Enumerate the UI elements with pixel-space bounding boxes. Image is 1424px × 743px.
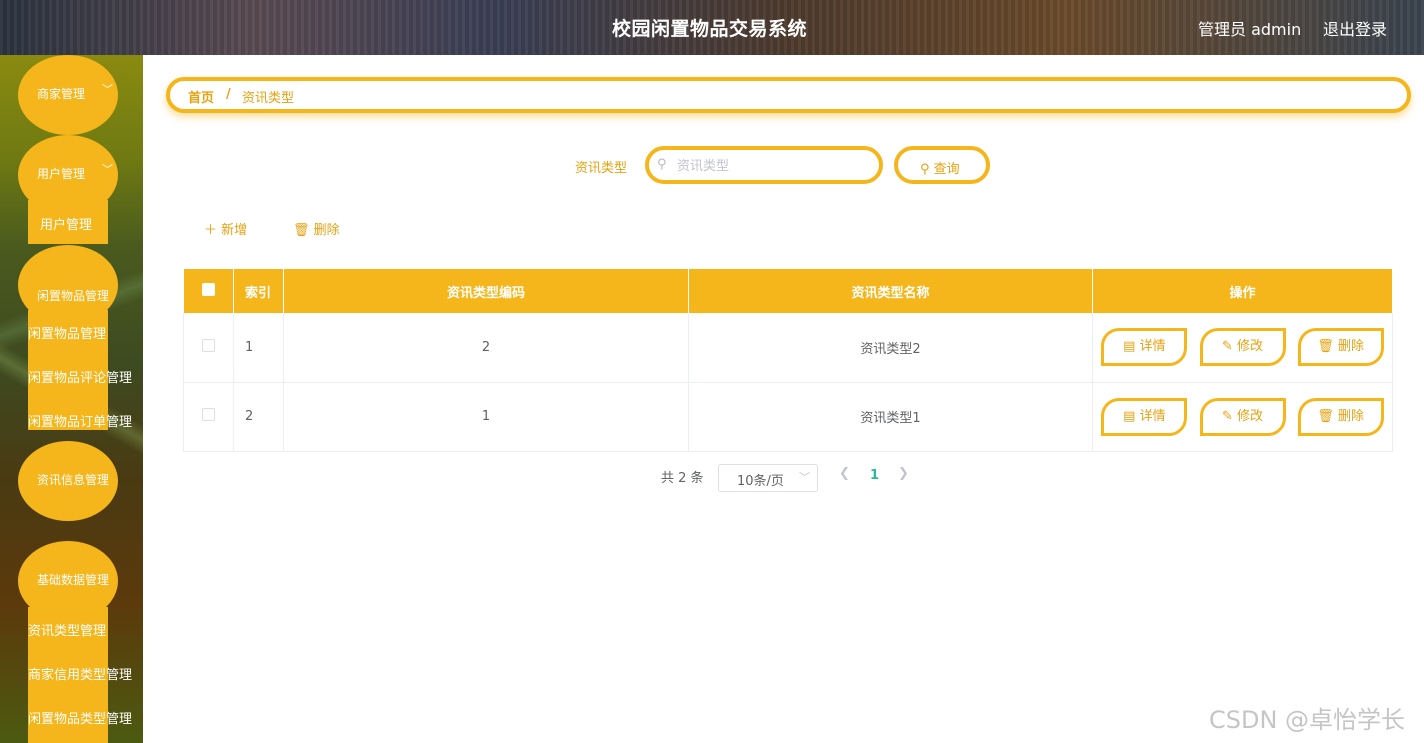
logout-link[interactable]: 退出登录	[1323, 16, 1387, 40]
chevron-down-icon: ﹀	[102, 83, 113, 96]
row-checkbox[interactable]	[202, 408, 215, 421]
submenu-item-news-type[interactable]: 资讯类型管理	[28, 620, 106, 639]
select-all-cell	[183, 269, 234, 313]
row-index: 2	[233, 382, 284, 452]
trash-icon: 🗑	[1317, 408, 1334, 424]
row-checkbox[interactable]	[202, 338, 215, 352]
add-button-label: 新增	[221, 223, 248, 238]
chevron-left-icon: ❮	[839, 466, 850, 481]
detail-label: 详情	[1139, 339, 1166, 355]
plus-icon: ＋	[204, 223, 218, 238]
next-page-button[interactable]: ❯	[898, 466, 909, 481]
submenu-item-merchant-credit[interactable]: 商家信用类型管理	[28, 664, 132, 683]
search-button[interactable]: ⚲ 查询	[894, 146, 990, 184]
delete-button[interactable]: 🗑 删除	[1297, 397, 1384, 436]
row-name: 资讯类型2	[688, 313, 1093, 383]
sidebar: 商家管理 ﹀ 用户管理 ﹀ 用户管理 闲置物品管理 闲置物品管理 闲置物品评论管…	[0, 55, 143, 743]
col-name: 资讯类型名称	[688, 269, 1093, 313]
row-index: 1	[233, 313, 284, 383]
sidebar-menu-label: 用户管理	[37, 167, 86, 181]
breadcrumb: 首页 / 资讯类型	[166, 77, 1411, 113]
system-title: 校园闲置物品交易系统	[612, 18, 808, 40]
submenu-item-user[interactable]: 用户管理	[40, 214, 92, 233]
row-code: 2	[283, 313, 689, 383]
search-icon: ⚲	[920, 162, 930, 177]
submenu-item-goods-comment[interactable]: 闲置物品评论管理	[28, 367, 132, 386]
batch-delete-button[interactable]: 🗑 删除	[293, 219, 340, 238]
search-label: 资讯类型	[575, 161, 628, 176]
page-size-select[interactable]: 10条/页 ﹀	[718, 464, 818, 492]
edit-button[interactable]: ✎ 修改	[1199, 328, 1286, 367]
search-input[interactable]	[677, 156, 872, 176]
top-header: 校园闲置物品交易系统 管理员 admin 退出登录	[0, 0, 1424, 55]
watermark: CSDN @卓怡学长	[1209, 706, 1406, 734]
document-icon: ▤	[1123, 408, 1136, 424]
pagination-total: 共 2 条	[661, 471, 704, 486]
sidebar-menu-merchant[interactable]: 商家管理 ﹀	[18, 55, 118, 135]
detail-button[interactable]: ▤ 详情	[1101, 397, 1188, 436]
admin-user-label: 管理员 admin	[1198, 20, 1302, 39]
submenu-item-goods-type[interactable]: 闲置物品类型管理	[28, 708, 132, 727]
col-code: 资讯类型编码	[283, 269, 689, 313]
prev-page-button[interactable]: ❮	[839, 466, 850, 481]
row-select-cell	[183, 313, 234, 383]
detail-label: 详情	[1139, 408, 1166, 424]
row-code: 1	[283, 382, 689, 452]
col-index: 索引	[233, 269, 284, 313]
sidebar-menu-news[interactable]: 资讯信息管理	[18, 441, 118, 521]
page-number-current[interactable]: 1	[870, 468, 879, 483]
pencil-icon: ✎	[1221, 408, 1233, 424]
batch-delete-label: 删除	[313, 223, 340, 238]
sidebar-menu-label: 基础数据管理	[37, 573, 110, 587]
breadcrumb-separator: /	[226, 87, 231, 102]
table-row: 1 2 资讯类型2 ▤ 详情 ✎ 修改 🗑 删除	[183, 313, 1393, 383]
chevron-down-icon: ﹀	[102, 163, 113, 176]
chevron-right-icon: ❯	[898, 466, 909, 481]
search-icon: ⚲	[657, 157, 667, 172]
table-header-row: 索引 资讯类型编码 资讯类型名称 操作	[183, 269, 1393, 313]
edit-label: 修改	[1237, 339, 1264, 355]
select-all-checkbox[interactable]	[201, 282, 215, 296]
delete-button[interactable]: 🗑 删除	[1297, 328, 1384, 367]
trash-icon: 🗑	[1317, 339, 1334, 355]
sidebar-menu-label: 闲置物品管理	[37, 289, 110, 303]
submenu-item-goods[interactable]: 闲置物品管理	[28, 323, 106, 342]
row-ops: ▤ 详情 ✎ 修改 🗑 删除	[1092, 382, 1393, 452]
sidebar-menu-label: 商家管理	[37, 87, 86, 101]
submenu-item-goods-order[interactable]: 闲置物品订单管理	[28, 411, 132, 430]
edit-button[interactable]: ✎ 修改	[1199, 397, 1286, 436]
row-select-cell	[183, 382, 234, 452]
page-size-value: 10条/页	[737, 474, 784, 489]
document-icon: ▤	[1123, 339, 1136, 355]
edit-label: 修改	[1237, 408, 1264, 424]
delete-label: 删除	[1337, 408, 1364, 424]
news-type-table: 索引 资讯类型编码 资讯类型名称 操作 1 2 资讯类型2 ▤ 详情 ✎ 修改 …	[183, 269, 1393, 452]
chevron-down-icon: ﹀	[799, 471, 810, 484]
sidebar-menu-label: 资讯信息管理	[37, 473, 110, 487]
table-row: 2 1 资讯类型1 ▤ 详情 ✎ 修改 🗑 删除	[183, 382, 1393, 452]
search-field[interactable]: ⚲	[645, 146, 883, 184]
pencil-icon: ✎	[1221, 339, 1233, 355]
search-button-label: 查询	[933, 162, 960, 177]
trash-icon: 🗑	[293, 223, 310, 238]
breadcrumb-current: 资讯类型	[242, 91, 295, 106]
breadcrumb-home[interactable]: 首页	[188, 87, 214, 106]
col-ops: 操作	[1092, 269, 1393, 313]
detail-button[interactable]: ▤ 详情	[1101, 328, 1188, 367]
row-ops: ▤ 详情 ✎ 修改 🗑 删除	[1092, 313, 1393, 383]
add-button[interactable]: ＋ 新增	[204, 219, 247, 238]
row-name: 资讯类型1	[688, 382, 1093, 452]
delete-label: 删除	[1337, 339, 1364, 355]
